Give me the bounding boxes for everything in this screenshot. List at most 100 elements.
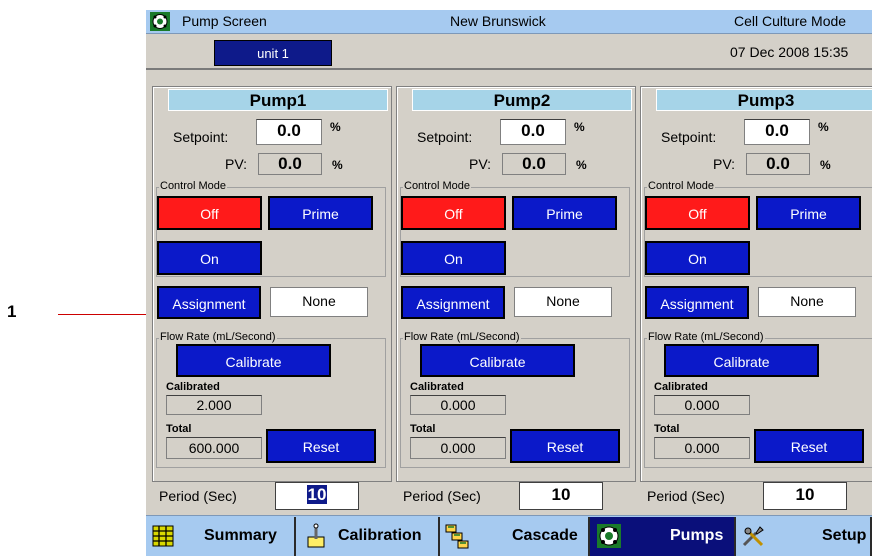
pump-screen: Pump Screen New Brunswick Cell Culture M… <box>146 10 872 556</box>
period-value: 10 <box>795 485 815 504</box>
top-bar: unit 1 07 Dec 2008 15:35 <box>146 36 872 70</box>
nav-cascade-button[interactable]: Cascade <box>440 517 590 556</box>
pump-title: Pump3 <box>656 89 872 111</box>
reset-button[interactable]: Reset <box>754 429 864 463</box>
flow-rate-group: Flow Rate (mL/Second) Calibrate Calibrat… <box>400 331 630 468</box>
off-button[interactable]: Off <box>645 196 750 230</box>
calibrated-label: Calibrated <box>654 381 708 393</box>
period-value: 10 <box>306 485 328 504</box>
nav-calibration-button[interactable]: Calibration <box>296 517 440 556</box>
pv-unit: % <box>332 158 343 172</box>
setpoint-unit: % <box>330 120 341 134</box>
calibrated-value: 0.000 <box>654 395 750 415</box>
reset-button[interactable]: Reset <box>510 429 620 463</box>
unit-selector-button[interactable]: unit 1 <box>214 40 332 66</box>
prime-button[interactable]: Prime <box>268 196 373 230</box>
setpoint-input[interactable]: 0.0 <box>256 119 322 145</box>
calibrate-button[interactable]: Calibrate <box>420 344 575 377</box>
setpoint-input[interactable]: 0.0 <box>500 119 566 145</box>
setpoint-input[interactable]: 0.0 <box>744 119 810 145</box>
total-value: 0.000 <box>410 437 506 459</box>
assignment-button[interactable]: Assignment <box>645 286 749 319</box>
pv-value: 0.0 <box>258 153 322 175</box>
title-bar: Pump Screen New Brunswick Cell Culture M… <box>146 10 872 34</box>
assignment-button[interactable]: Assignment <box>401 286 505 319</box>
pump-title: Pump1 <box>168 89 388 111</box>
pump-panel: Pump1 Setpoint: 0.0 % PV: 0.0 % Control … <box>152 86 392 482</box>
setpoint-label: Setpoint: <box>173 129 229 145</box>
pump-panel: Pump2 Setpoint: 0.0 % PV: 0.0 % Control … <box>396 86 636 482</box>
reset-button[interactable]: Reset <box>266 429 376 463</box>
total-label: Total <box>166 423 192 435</box>
nav-summary-button[interactable]: Summary <box>146 517 296 556</box>
callout-number: 1 <box>7 302 17 321</box>
nav-label: Calibration <box>338 527 422 544</box>
period-label: Period (Sec) <box>647 488 725 504</box>
tools-icon <box>740 523 766 549</box>
calibrated-value: 0.000 <box>410 395 506 415</box>
control-mode-group: Control Mode Off Prime On <box>156 180 386 277</box>
on-button[interactable]: On <box>401 241 506 275</box>
control-mode-group: Control Mode Off Prime On <box>644 180 872 277</box>
nav-setup-button[interactable]: Setup <box>736 517 872 556</box>
pv-label: PV: <box>713 156 736 172</box>
off-button[interactable]: Off <box>401 196 506 230</box>
setpoint-unit: % <box>818 120 829 134</box>
vendor-name: New Brunswick <box>450 13 546 29</box>
total-label: Total <box>654 423 680 435</box>
assignment-value: None <box>514 287 612 317</box>
period-label: Period (Sec) <box>403 488 481 504</box>
grid-icon <box>150 523 176 549</box>
flow-rate-title: Flow Rate (mL/Second) <box>403 331 521 343</box>
nav-label: Setup <box>822 527 867 544</box>
pump-panel: Pump3 Setpoint: 0.0 % PV: 0.0 % Control … <box>640 86 872 482</box>
total-value: 600.000 <box>166 437 262 459</box>
callout-line <box>58 314 158 315</box>
period-label: Period (Sec) <box>159 488 237 504</box>
prime-button[interactable]: Prime <box>512 196 617 230</box>
period-input[interactable]: 10 <box>763 482 847 510</box>
calibrated-label: Calibrated <box>410 381 464 393</box>
assignment-button[interactable]: Assignment <box>157 286 261 319</box>
date-time: 07 Dec 2008 15:35 <box>730 44 849 60</box>
control-mode-title: Control Mode <box>159 180 228 192</box>
off-button[interactable]: Off <box>157 196 262 230</box>
flow-rate-title: Flow Rate (mL/Second) <box>159 331 277 343</box>
pv-value: 0.0 <box>502 153 566 175</box>
calibrated-value: 2.000 <box>166 395 262 415</box>
prime-button[interactable]: Prime <box>756 196 861 230</box>
nav-label: Cascade <box>512 527 578 544</box>
control-mode-group: Control Mode Off Prime On <box>400 180 630 277</box>
on-button[interactable]: On <box>157 241 262 275</box>
period-input[interactable]: 10 <box>519 482 603 510</box>
calibrate-button[interactable]: Calibrate <box>664 344 819 377</box>
pv-label: PV: <box>469 156 492 172</box>
calibrate-button[interactable]: Calibrate <box>176 344 331 377</box>
assignment-value: None <box>758 287 856 317</box>
pv-unit: % <box>576 158 587 172</box>
on-button[interactable]: On <box>645 241 750 275</box>
control-mode-title: Control Mode <box>647 180 716 192</box>
pv-value: 0.0 <box>746 153 810 175</box>
calibrated-label: Calibrated <box>166 381 220 393</box>
pump-icon <box>150 12 170 31</box>
pv-label: PV: <box>225 156 248 172</box>
assignment-value: None <box>270 287 368 317</box>
setpoint-label: Setpoint: <box>417 129 473 145</box>
mode-label: Cell Culture Mode <box>734 13 847 29</box>
nav-label: Pumps <box>670 527 724 544</box>
control-mode-title: Control Mode <box>403 180 472 192</box>
total-value: 0.000 <box>654 437 750 459</box>
flow-rate-group: Flow Rate (mL/Second) Calibrate Calibrat… <box>644 331 872 468</box>
cascade-icon <box>444 523 470 549</box>
nav-pumps-button[interactable]: Pumps <box>590 517 736 556</box>
screen-title: Pump Screen <box>182 13 267 29</box>
nav-label: Summary <box>204 527 277 544</box>
bottom-nav: Summary Calibration Cascade Pumps Setup <box>146 515 872 556</box>
setpoint-unit: % <box>574 120 585 134</box>
flow-rate-title: Flow Rate (mL/Second) <box>647 331 765 343</box>
period-input[interactable]: 10 <box>275 482 359 510</box>
total-label: Total <box>410 423 436 435</box>
pump-icon <box>596 523 622 549</box>
probe-icon <box>304 523 330 549</box>
